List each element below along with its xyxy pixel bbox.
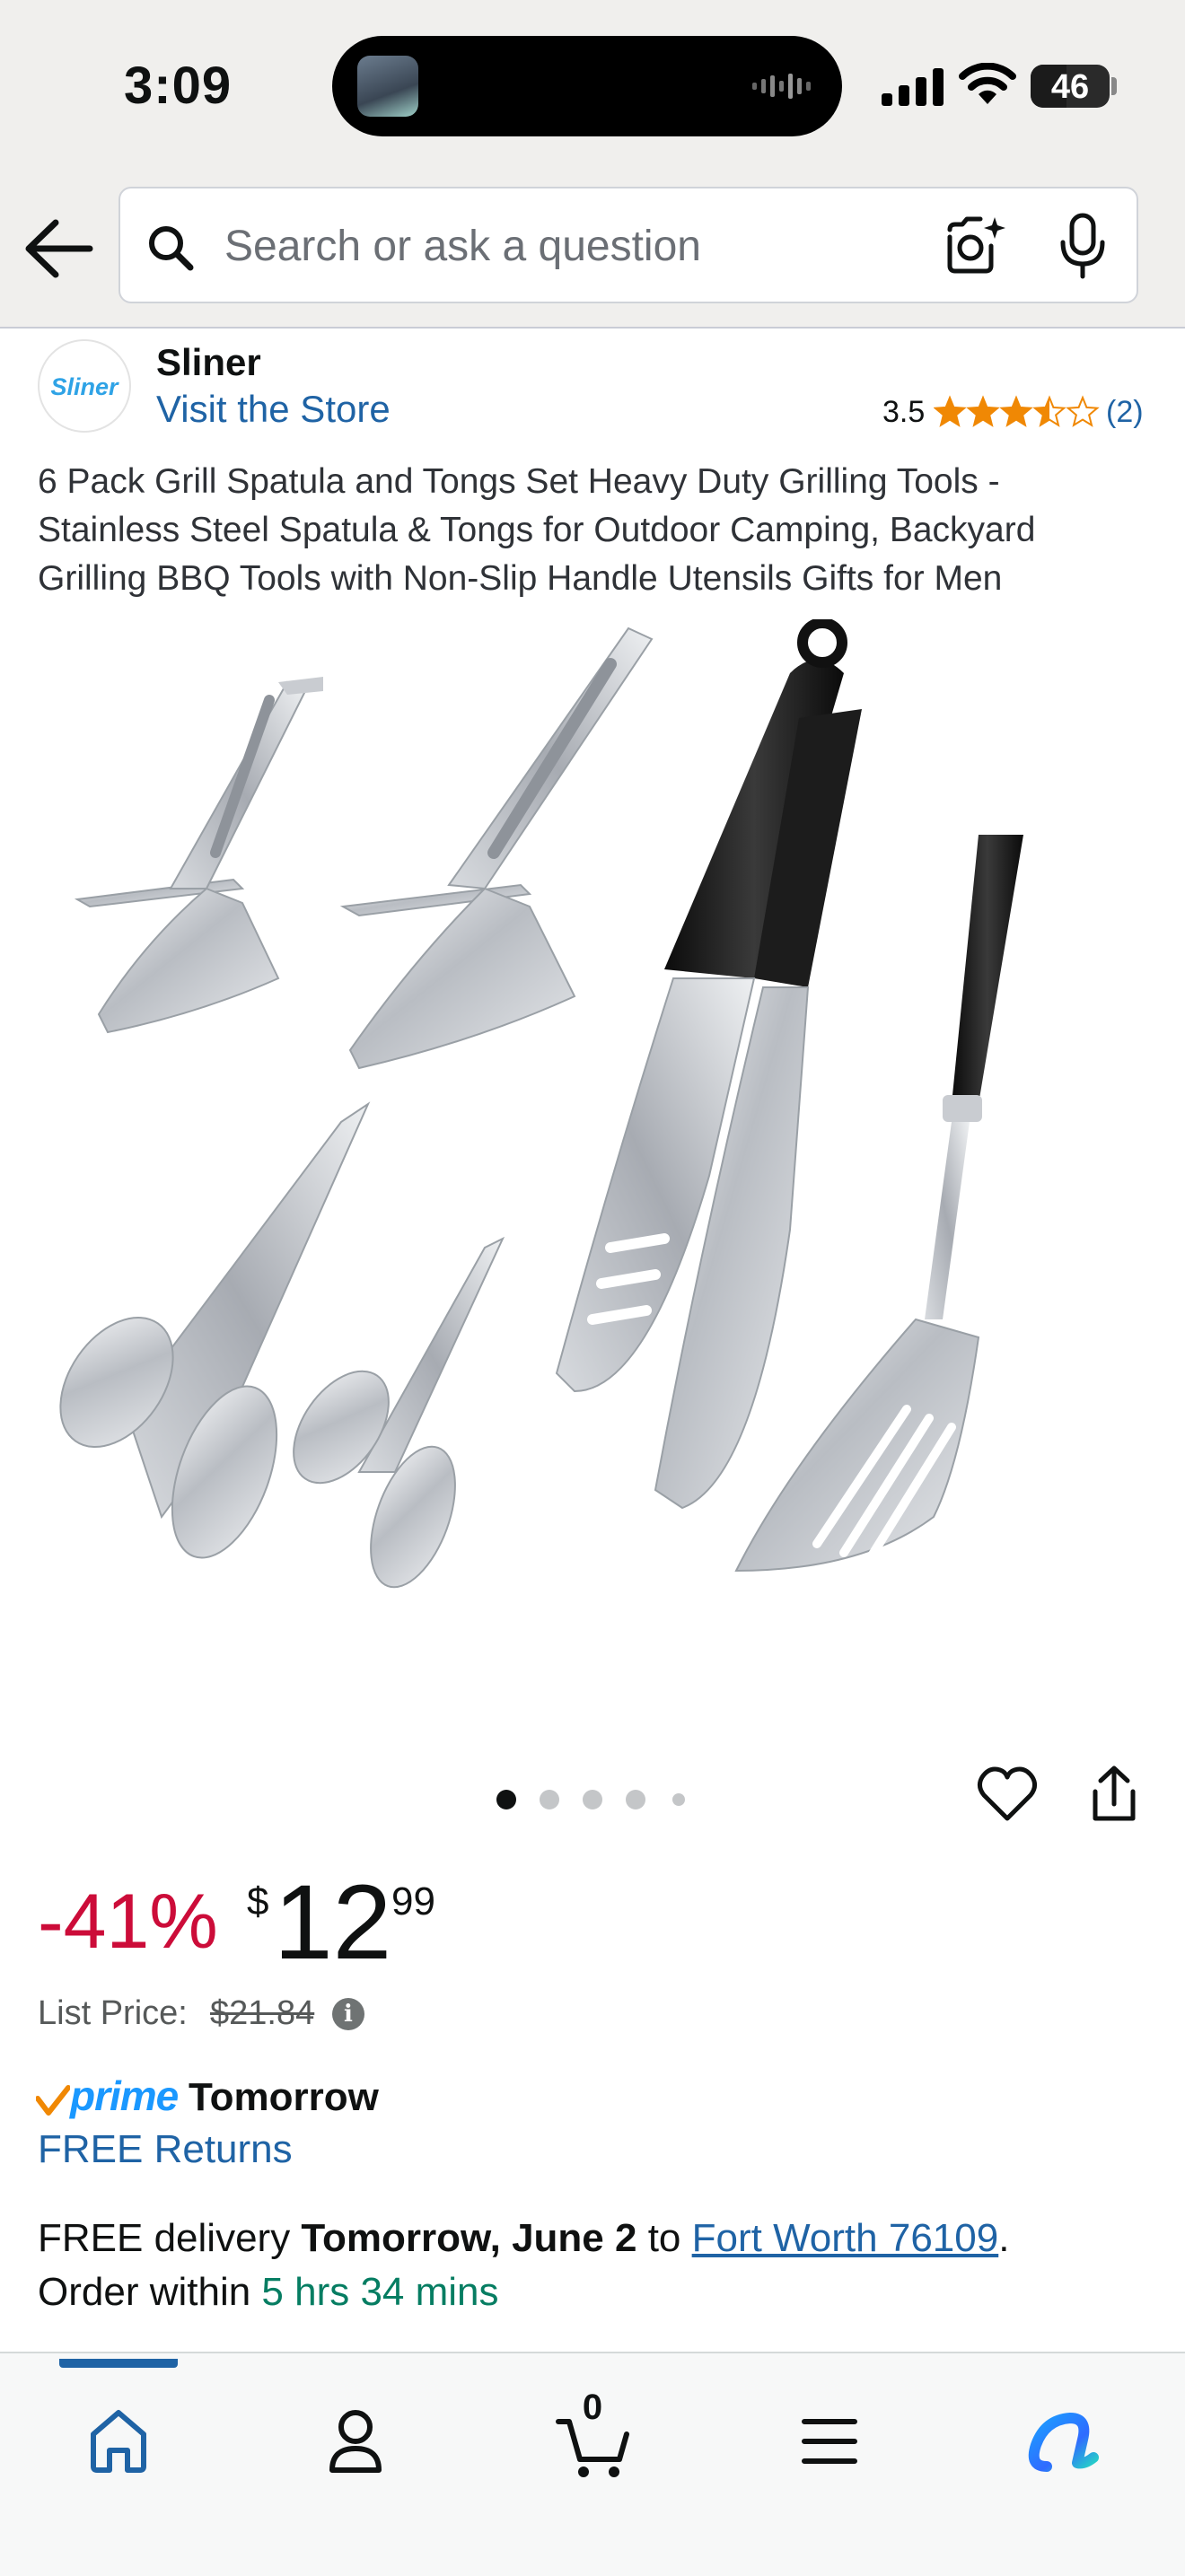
- star-icon: [966, 395, 1000, 427]
- nav-cart[interactable]: 0: [539, 2388, 646, 2484]
- brand-name[interactable]: Sliner: [156, 341, 261, 384]
- list-price-label: List Price:: [38, 1994, 188, 2032]
- black-handle-tongs-image: [555, 619, 862, 1510]
- star-icon: [934, 395, 967, 427]
- microphone-icon[interactable]: [1056, 212, 1110, 282]
- carousel-dot[interactable]: [583, 1790, 602, 1809]
- nav-active-indicator: [59, 2359, 178, 2368]
- rufus-assistant-icon: [1028, 2413, 1099, 2472]
- status-bar: 3:09 46: [0, 0, 1185, 171]
- product-image[interactable]: [54, 619, 1131, 1696]
- price-currency: $: [247, 1879, 269, 1923]
- user-icon: [329, 2410, 382, 2473]
- carousel-dot[interactable]: [672, 1793, 685, 1806]
- list-price-value: $21.84: [210, 1994, 315, 2032]
- nav-menu[interactable]: [776, 2395, 883, 2484]
- carousel-dot[interactable]: [540, 1790, 559, 1809]
- star-icon: [999, 395, 1033, 427]
- info-icon[interactable]: i: [332, 1998, 364, 2030]
- delivery-period: .: [998, 2216, 1010, 2260]
- rating-value: 3.5: [882, 395, 926, 429]
- search-icon: [149, 226, 194, 271]
- product-title: 6 Pack Grill Spatula and Tongs Set Heavy…: [38, 462, 1036, 598]
- cart-count: 0: [582, 2388, 603, 2427]
- large-spatula-tong-image: [339, 626, 654, 1070]
- nav-rufus[interactable]: [1011, 2395, 1119, 2484]
- search-header: [0, 171, 1185, 329]
- share-icon[interactable]: [1086, 1765, 1142, 1824]
- heart-icon[interactable]: [977, 1765, 1038, 1824]
- prime-logo: prime: [70, 2072, 179, 2119]
- price-whole: 12: [274, 1863, 392, 1982]
- star-icon: [1066, 395, 1100, 427]
- nav-account[interactable]: [302, 2395, 409, 2484]
- order-countdown: 5 hrs 34 mins: [261, 2270, 499, 2314]
- battery-cap: [1111, 77, 1117, 95]
- small-spatula-tong-image: [74, 677, 323, 1034]
- delivery-prefix: FREE delivery: [38, 2216, 302, 2260]
- cellular-signal-icon: [882, 68, 944, 106]
- store-logo[interactable]: Sliner: [38, 339, 131, 433]
- search-bar[interactable]: [118, 187, 1138, 303]
- status-time: 3:09: [124, 57, 233, 115]
- delivery-date: Tomorrow, June 2: [301, 2216, 637, 2260]
- delivery-to: to: [636, 2216, 692, 2260]
- now-playing-thumbnail: [357, 56, 418, 117]
- wifi-icon: [959, 63, 1016, 104]
- prime-checkmark-icon: [36, 2085, 70, 2116]
- store-logo-text: Sliner: [50, 373, 118, 400]
- carousel-dot-active[interactable]: [496, 1790, 516, 1809]
- bottom-nav: 0: [0, 2352, 1185, 2576]
- order-within-label: Order within: [38, 2270, 262, 2314]
- rating-count-link[interactable]: (2): [1106, 395, 1144, 430]
- star-rating[interactable]: [934, 395, 1101, 431]
- camera-lens-icon[interactable]: [944, 214, 1009, 278]
- back-arrow-icon[interactable]: [23, 217, 95, 280]
- home-icon: [91, 2410, 146, 2473]
- dynamic-island[interactable]: [332, 36, 842, 136]
- nav-home[interactable]: [65, 2395, 172, 2484]
- delivery-location-link[interactable]: Fort Worth 76109: [692, 2216, 999, 2260]
- carousel-dot[interactable]: [626, 1790, 645, 1809]
- battery-icon: 46: [1031, 65, 1110, 108]
- price-fraction: 99: [391, 1879, 435, 1923]
- delivery-info: FREE delivery Tomorrow, June 2 to Fort W…: [38, 2212, 1151, 2319]
- carousel-dots[interactable]: [496, 1786, 693, 1813]
- discount-percent: -41%: [38, 1879, 218, 1965]
- free-returns-link[interactable]: FREE Returns: [38, 2127, 293, 2172]
- star-icon: [1032, 395, 1066, 427]
- battery-percent: 46: [1050, 68, 1090, 106]
- perforated-serving-tongs-image: [59, 1101, 505, 1589]
- search-input[interactable]: [223, 215, 998, 276]
- visit-store-link[interactable]: Visit the Store: [156, 388, 391, 431]
- audio-wave-icon: [752, 74, 811, 99]
- prime-delivery-label: Tomorrow: [189, 2075, 379, 2119]
- menu-icon: [802, 2419, 857, 2464]
